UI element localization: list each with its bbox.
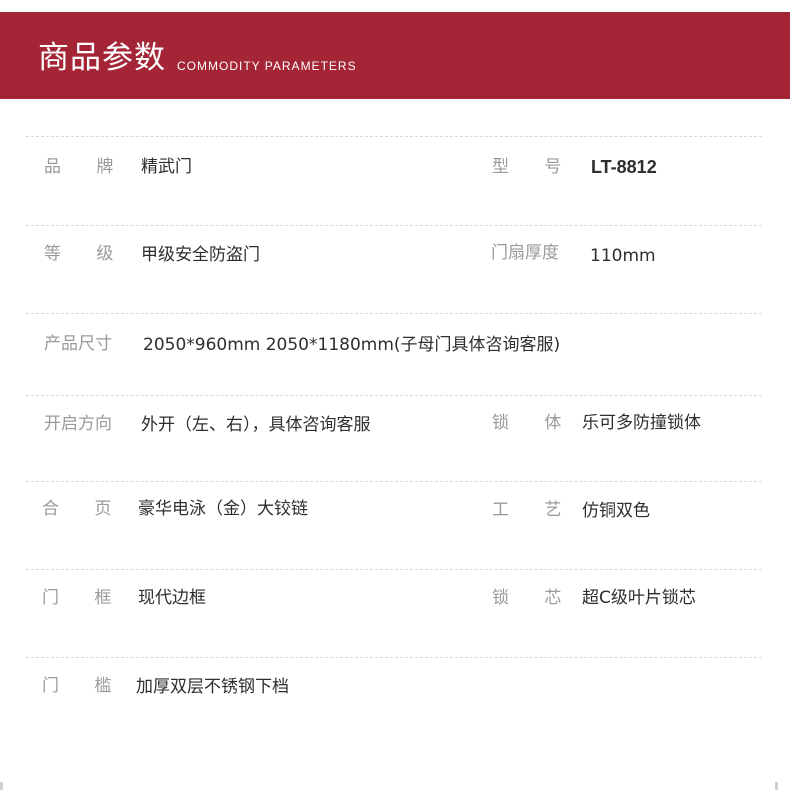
hinge-label: 合 页 [42,499,127,519]
hinge-value: 豪华电泳（金）大铰链 [138,499,308,519]
door-thickness-value: 110mm [590,246,656,266]
craft-value: 仿铜双色 [582,501,650,521]
row-divider [26,657,762,658]
page-title: 商品参数 [38,40,166,76]
row-divider [26,481,762,482]
lock-body-label: 锁 体 [492,413,577,433]
row-divider [26,395,762,396]
edge-mark [0,782,3,790]
brand-value: 精武门 [141,157,192,177]
frame-value: 现代边框 [138,588,206,608]
door-sill-label: 门 槛 [42,676,127,696]
craft-label: 工 艺 [492,500,577,520]
door-sill-value: 加厚双层不锈钢下档 [136,677,289,697]
row-divider [26,313,762,314]
model-value: LT-8812 [591,157,657,177]
row-divider [26,136,762,137]
model-label: 型 号 [492,157,577,177]
edge-mark [775,782,778,790]
row-divider [26,225,762,226]
grade-value: 甲级安全防盗门 [141,245,260,265]
lock-core-value: 超C级叶片锁芯 [582,588,696,608]
product-size-label: 产品尺寸 [44,334,112,354]
lock-body-value: 乐可多防撞锁体 [582,413,701,433]
header-banner: 商品参数 COMMODITY PARAMETERS [0,12,790,99]
opening-direction-value: 外开（左、右），具体咨询客服 [141,415,371,435]
grade-label: 等 级 [44,244,129,264]
frame-label: 门 框 [42,588,127,608]
lock-core-label: 锁 芯 [492,588,577,608]
door-thickness-label: 门扇厚度 [491,243,559,263]
brand-label: 品 牌 [44,157,129,177]
row-divider [26,569,762,570]
opening-direction-label: 开启方向 [44,414,112,434]
page-subtitle: COMMODITY PARAMETERS [177,59,357,73]
product-size-value: 2050*960mm 2050*1180mm(子母门具体咨询客服) [143,335,561,355]
